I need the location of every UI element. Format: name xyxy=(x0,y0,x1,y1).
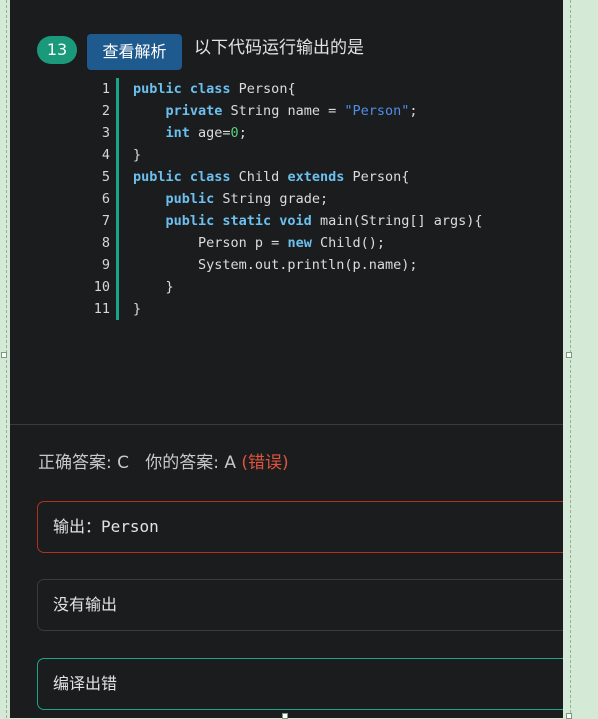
code-text: private String name = "Person"; xyxy=(133,100,418,122)
code-token: public static void xyxy=(165,213,312,229)
option-b[interactable]: 没有输出 xyxy=(37,579,563,631)
line-number: 9 xyxy=(101,257,110,273)
code-token: public class xyxy=(133,169,231,185)
code-gutter-bar xyxy=(116,144,119,166)
code-gutter-bar xyxy=(116,78,119,100)
code-gutter-bar xyxy=(116,188,119,210)
line-number: 8 xyxy=(101,235,110,251)
code-token: extends xyxy=(287,169,345,185)
line-number: 5 xyxy=(101,169,110,185)
line-number: 10 xyxy=(93,279,110,295)
line-number: 6 xyxy=(101,191,110,207)
code-token: age= xyxy=(189,125,231,141)
correct-answer-label: 正确答案: C xyxy=(38,453,130,473)
your-answer-label: 你的答案: A xyxy=(145,453,236,473)
code-gutter-bar xyxy=(116,122,119,144)
code-text: public String grade; xyxy=(133,188,329,210)
code-token: "Person" xyxy=(344,103,410,119)
selection-frame-left xyxy=(6,0,7,718)
line-number: 4 xyxy=(101,147,110,163)
line-number: 7 xyxy=(101,213,110,229)
code-token: ; xyxy=(409,103,418,119)
resize-handle-right[interactable] xyxy=(566,352,572,358)
resize-handle-left[interactable] xyxy=(1,352,7,358)
code-line: 7 public static void main(String[] args)… xyxy=(82,210,552,232)
code-line: 11} xyxy=(82,298,552,320)
code-token: } xyxy=(133,279,174,295)
code-token: } xyxy=(133,147,142,163)
code-token: String grade; xyxy=(214,191,329,207)
option-c[interactable]: 编译出错 xyxy=(37,658,563,710)
question-panel: 13 查看解析 以下代码运行输出的是 1 public class Person{… xyxy=(10,0,563,718)
code-gutter-bar xyxy=(116,276,119,298)
code-token: System.out.println(p.name); xyxy=(133,257,418,273)
code-token: new xyxy=(287,235,312,251)
question-number-badge: 13 xyxy=(37,36,77,64)
option-a[interactable]: 输出：Person xyxy=(37,501,563,553)
code-text: int age=0; xyxy=(133,122,247,144)
code-gutter-bar xyxy=(116,232,119,254)
question-text: 以下代码运行输出的是 xyxy=(194,38,364,58)
code-token: Child xyxy=(230,169,288,185)
code-token: ; xyxy=(238,125,247,141)
line-number: 1 xyxy=(101,81,110,97)
code-text: } xyxy=(133,276,174,298)
code-line: 1 public class Person{ xyxy=(82,78,552,100)
code-line: 3 int age=0; xyxy=(82,122,552,144)
code-line: 9 System.out.println(p.name); xyxy=(82,254,552,276)
code-token: Person{ xyxy=(344,169,410,185)
code-line: 2 private String name = "Person"; xyxy=(82,100,552,122)
code-token: 0 xyxy=(230,125,239,141)
code-text: public class Child extends Person{ xyxy=(133,166,409,188)
code-text: } xyxy=(133,298,141,320)
answer-status: (错误) xyxy=(241,453,289,473)
selection-frame-right xyxy=(570,0,571,718)
code-gutter-bar xyxy=(116,210,119,232)
code-line: 8 Person p = new Child(); xyxy=(82,232,552,254)
code-text: public static void main(String[] args){ xyxy=(133,210,483,232)
line-number: 11 xyxy=(93,301,110,317)
code-token: Person{ xyxy=(230,81,296,97)
code-token: public xyxy=(165,191,215,207)
line-number: 2 xyxy=(101,103,110,119)
resize-handle-bottom[interactable] xyxy=(282,713,288,719)
code-gutter-bar xyxy=(116,298,119,320)
code-gutter-bar xyxy=(116,100,119,122)
code-text: } xyxy=(133,144,141,166)
divider xyxy=(10,424,563,425)
code-line: 5 public class Child extends Person{ xyxy=(82,166,552,188)
code-token: String name = xyxy=(222,103,345,119)
code-token: } xyxy=(133,301,142,317)
code-token: Person p = xyxy=(133,235,288,251)
code-line: 6 public String grade; xyxy=(82,188,552,210)
code-token: main(String[] args){ xyxy=(311,213,483,229)
code-line: 10 } xyxy=(82,276,552,298)
code-token: public class xyxy=(133,81,231,97)
resize-handle-corner[interactable] xyxy=(566,713,572,719)
code-text: public class Person{ xyxy=(133,78,296,100)
code-token: Child(); xyxy=(311,235,385,251)
view-analysis-button[interactable]: 查看解析 xyxy=(87,34,182,70)
code-gutter-bar xyxy=(116,254,119,276)
code-token: private xyxy=(165,103,223,119)
answer-summary: 正确答案: C 你的答案: A (错误) xyxy=(38,450,289,476)
line-number: 3 xyxy=(101,125,110,141)
code-token: int xyxy=(165,125,190,141)
code-line: 4} xyxy=(82,144,552,166)
code-block: 1 public class Person{2 private String na… xyxy=(82,78,552,320)
code-text: System.out.println(p.name); xyxy=(133,254,417,276)
code-text: Person p = new Child(); xyxy=(133,232,385,254)
code-gutter-bar xyxy=(116,166,119,188)
